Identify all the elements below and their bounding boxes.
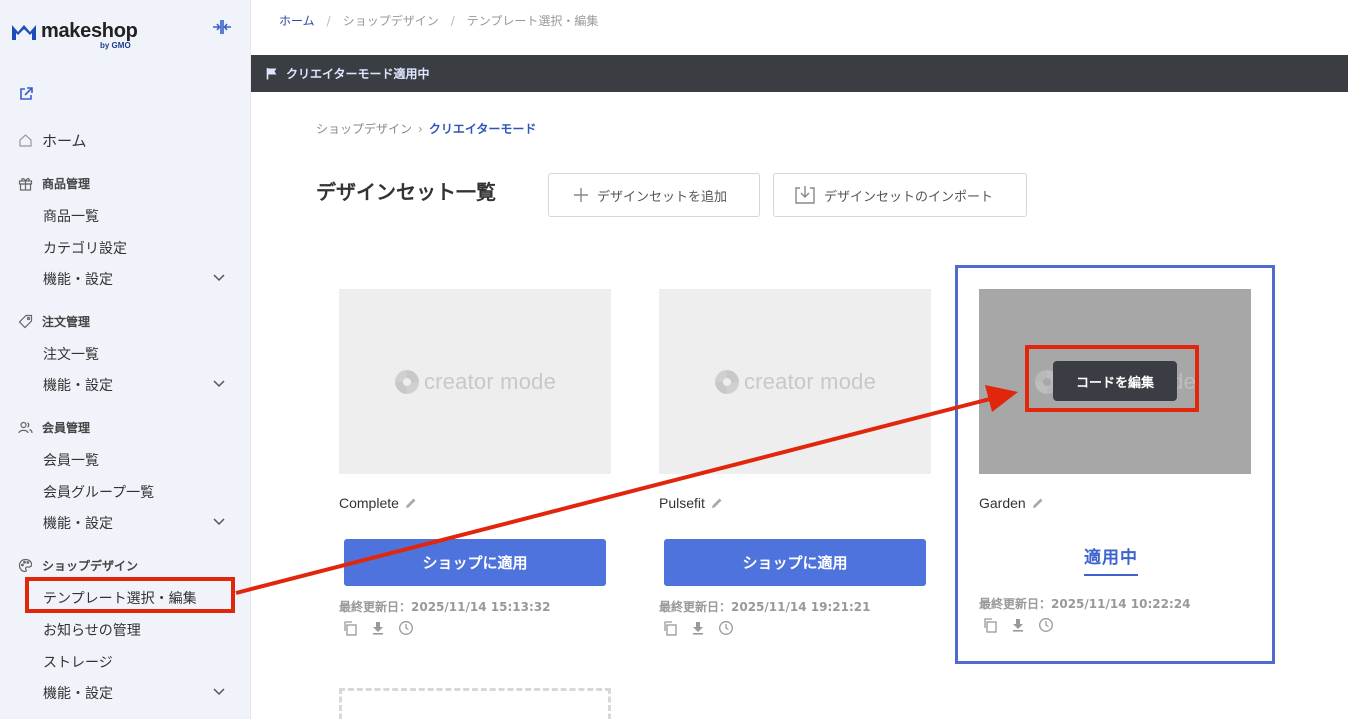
annotation-arrow [235,385,1018,595]
